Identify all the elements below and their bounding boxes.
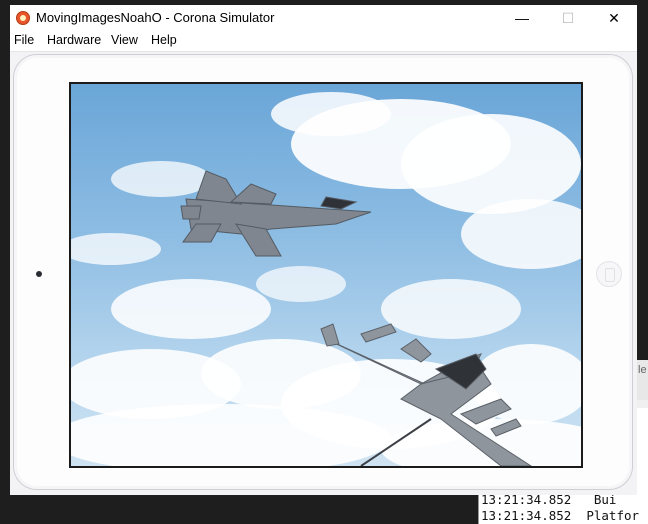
device-area (10, 52, 637, 495)
minimize-button[interactable]: — (499, 5, 545, 31)
jet-top (180, 170, 372, 257)
menu-hardware[interactable]: Hardware (47, 33, 101, 47)
ipad-device-frame (13, 54, 633, 490)
menu-help[interactable]: Help (151, 33, 177, 47)
menu-bar: File Hardware View Help (10, 31, 637, 52)
menu-file[interactable]: File (14, 33, 34, 47)
app-screen[interactable] (69, 82, 583, 468)
menu-view[interactable]: View (111, 33, 138, 47)
console-side-text: le (638, 364, 647, 376)
maximize-button[interactable]: ☐ (545, 5, 591, 31)
simulator-window: MovingImagesNoahO - Corona Simulator — ☐… (10, 5, 637, 495)
sky-scene (71, 92, 581, 466)
corona-app-icon (16, 11, 30, 25)
camera-icon (36, 271, 42, 277)
close-button[interactable]: ✕ (591, 5, 637, 31)
title-bar[interactable]: MovingImagesNoahO - Corona Simulator — ☐… (10, 5, 637, 31)
window-title: MovingImagesNoahO - Corona Simulator (36, 10, 275, 25)
home-button[interactable] (596, 261, 622, 287)
console-line: 13:21:34.852 Platfor (481, 508, 640, 523)
